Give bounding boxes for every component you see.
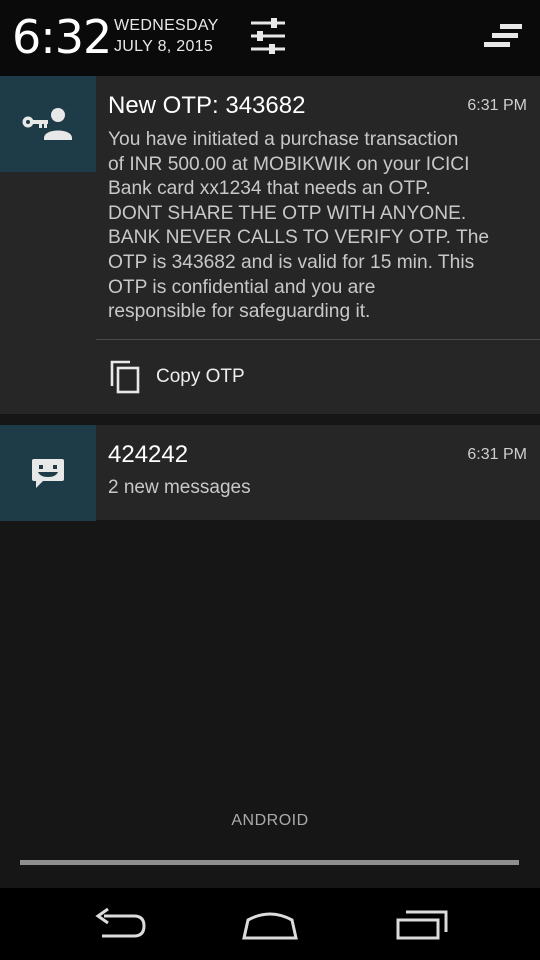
notification-messages[interactable]: 424242 6:31 PM 2 new messages [0,425,540,521]
notification-icon-box [0,76,96,172]
body-line: of INR 500.00 at MOBIKWIK on your ICICI [108,153,470,175]
sliders-icon[interactable] [249,17,287,55]
recents-icon[interactable] [392,906,452,942]
copy-icon [110,360,140,394]
body-line: OTP is 343682 and is valid for 15 min. T… [108,251,475,273]
notification-body: You have initiated a purchase transactio… [108,128,526,325]
status-header: 6:32 WEDNESDAY JULY 8, 2015 [0,0,540,76]
notification-subtitle: 2 new messages [108,477,251,498]
notification-time: 6:31 PM [467,446,527,463]
date-label[interactable]: JULY 8, 2015 [114,38,213,56]
copy-otp-button[interactable]: Copy OTP [96,340,540,414]
notification-icon-box [0,425,96,521]
body-line: OTP is confidential and you are [108,276,376,298]
day-label: WEDNESDAY [114,17,219,34]
notification-title: New OTP: 343682 [108,92,306,119]
notification-time: 6:31 PM [467,97,527,114]
back-icon[interactable] [90,906,150,942]
message-smiley-icon [32,459,64,488]
clock[interactable]: 6:32 [12,10,112,64]
shade-handle[interactable] [20,860,519,865]
carrier-label: ANDROID [231,812,309,829]
navigation-bar [0,888,540,960]
notification-title: 424242 [108,441,189,468]
home-icon[interactable] [240,906,300,942]
body-line: DONT SHARE THE OTP WITH ANYONE. [108,202,467,224]
body-line: You have initiated a purchase transactio… [108,129,459,150]
clear-all-icon[interactable] [482,22,524,52]
key-person-icon [22,108,72,140]
notification-otp[interactable]: New OTP: 343682 6:31 PM You have initiat… [0,76,540,414]
body-line: BANK NEVER CALLS TO VERIFY OTP. The [108,227,490,249]
copy-otp-label: Copy OTP [156,366,245,387]
body-line: Bank card xx1234 that needs an OTP. [108,178,431,200]
body-line: responsible for safeguarding it. [108,301,371,323]
